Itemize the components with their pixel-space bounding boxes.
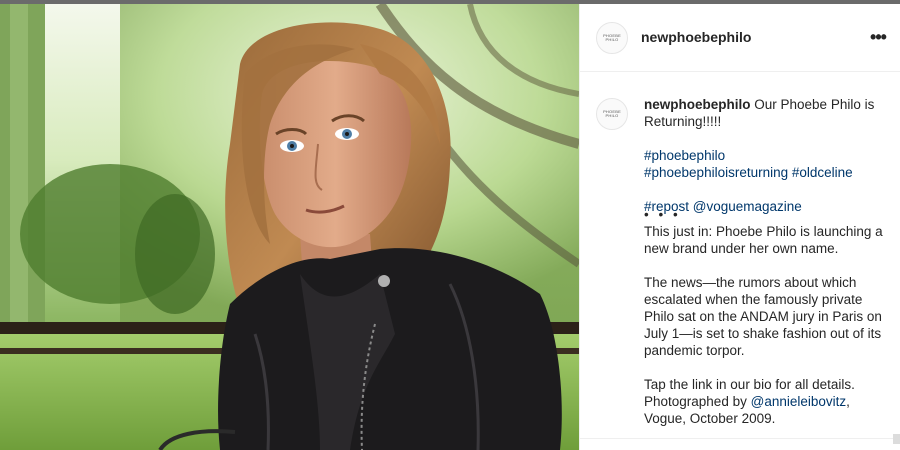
caption-username[interactable]: newphoebephilo xyxy=(644,97,751,112)
caption-paragraph: Tap the link in our bio for all details.… xyxy=(644,376,884,427)
scrollbar[interactable] xyxy=(893,434,900,444)
mention-link[interactable]: @voguemagazine xyxy=(693,199,802,214)
caption-avatar[interactable]: PHOEBE PHILO xyxy=(596,98,628,130)
post-photo[interactable] xyxy=(0,4,579,450)
portrait-photo xyxy=(0,4,579,450)
avatar-logo-text: PHOEBE PHILO xyxy=(603,109,621,118)
caption-paragraph: This just in: Phoebe Philo is launching … xyxy=(644,224,883,256)
hashtag-link[interactable]: #phoebephiloisreturning xyxy=(644,165,788,180)
post-caption: newphoebephilo Our Phoebe Philo is Retur… xyxy=(644,96,884,444)
caption-repost: #repost @voguemagazine • • • xyxy=(644,198,884,221)
mention-link[interactable]: @annieleibovitz xyxy=(751,394,847,409)
caption-intro: newphoebephilo Our Phoebe Philo is Retur… xyxy=(644,96,884,130)
caption-area: PHOEBE PHILO newphoebephilo Our Phoebe P… xyxy=(580,72,900,444)
post-header: PHOEBE PHILO newphoebephilo ••• xyxy=(580,4,900,72)
profile-avatar[interactable]: PHOEBE PHILO xyxy=(596,22,628,54)
post-sidebar: PHOEBE PHILO newphoebephilo ••• PHOEBE P… xyxy=(579,4,900,450)
hashtag-link[interactable]: #phoebephilo xyxy=(644,148,725,163)
divider xyxy=(580,438,900,439)
avatar-logo-text: PHOEBE PHILO xyxy=(603,33,621,42)
caption-hashtags: #phoebephilo #phoebephiloisreturning #ol… xyxy=(644,147,884,181)
post-username[interactable]: newphoebephilo xyxy=(641,29,751,45)
caption-paragraph: The news—the rumors about which escalate… xyxy=(644,275,882,358)
more-options-icon[interactable]: ••• xyxy=(866,25,890,49)
hashtag-link[interactable]: #oldceline xyxy=(792,165,853,180)
